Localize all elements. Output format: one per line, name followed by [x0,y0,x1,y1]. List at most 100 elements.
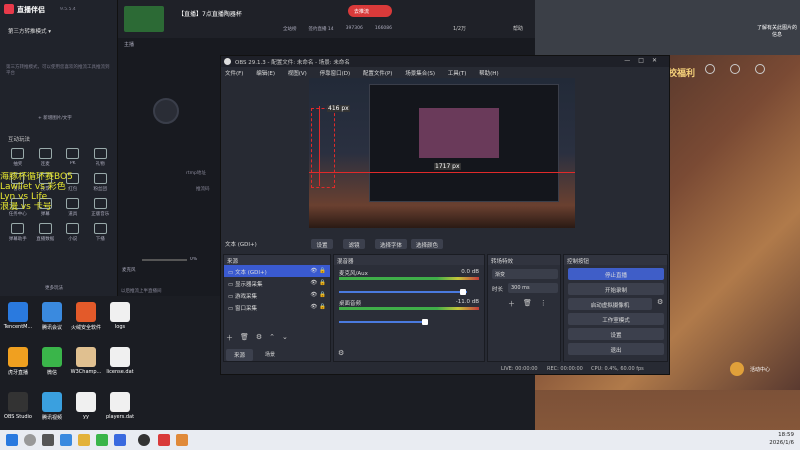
wechat-icon[interactable] [96,434,108,446]
clock-date[interactable]: 2026/1/6 [758,440,794,446]
source-item[interactable]: ▭ 游戏采集 👁 🔒 [224,289,330,301]
taskview-icon[interactable] [42,434,54,446]
desktop-icon[interactable] [76,347,96,367]
wallpaper-caption[interactable]: 了解有关此图片的信息 [755,24,799,38]
activity-center-label[interactable]: 活动中心 [750,366,770,373]
control-button[interactable]: 启动虚拟摄像机 [568,298,652,310]
duration-input[interactable]: 300 ms [508,283,558,293]
tool-item[interactable]: PK [59,148,87,167]
desktop-icon[interactable] [8,392,28,412]
tool-item[interactable]: 直播数据 [32,223,60,242]
window-controls[interactable]: —□✕ [624,57,665,64]
tool-item[interactable]: 小说 [59,223,87,242]
power-icon[interactable] [755,64,765,74]
visibility-icon[interactable]: 👁 🔒 [310,292,326,298]
clock-time[interactable]: 18:59 [758,432,794,438]
desktop-icon-label[interactable]: 腾讯会议 [34,324,70,331]
more-tools-link[interactable]: 更多玩法 [45,285,63,291]
menu-tools[interactable]: 工具(T) [448,71,467,77]
tool-item[interactable]: 下播 [87,223,115,242]
desktop-icon[interactable] [42,347,62,367]
desktop-icon-label[interactable]: W3Champ... [68,369,104,375]
gear-icon[interactable] [730,64,740,74]
desktop-icon[interactable] [42,302,62,322]
desktop-icon-label[interactable]: yy [68,414,104,420]
tab-sources[interactable]: 来源 [226,349,254,361]
visibility-icon[interactable]: 👁 🔒 [310,268,326,274]
desktop-icon-label[interactable]: logs [102,324,138,330]
menu-profile[interactable]: 配置文件(P) [363,71,393,77]
fader-handle[interactable] [422,319,428,325]
control-button[interactable]: 工作室模式 [568,313,664,325]
transition-menu-icon[interactable]: ⋮ [540,299,547,309]
add-source-icon[interactable]: ＋ [226,333,233,343]
menu-file[interactable]: 文件(F) [225,71,243,77]
selection-box[interactable] [311,108,335,188]
live-helper-task-icon[interactable] [158,434,170,446]
menu-docks[interactable]: 停靠窗口(D) [320,71,351,77]
select-color-button[interactable]: 选择颜色 [411,239,443,249]
add-transition-icon[interactable]: ＋ [508,299,515,309]
control-button[interactable]: 退出 [568,343,664,355]
desktop-icon[interactable] [110,302,130,322]
tool-item[interactable]: 连麦 [32,148,60,167]
desktop-icon[interactable] [76,392,96,412]
fader-handle[interactable] [460,289,466,295]
source-item[interactable]: ▭ 窗口采集 👁 🔒 [224,301,330,313]
mic-button[interactable] [153,98,179,124]
tool-item[interactable]: 抽奖 [4,148,32,167]
start-icon[interactable] [6,434,18,446]
source-item[interactable]: ▭ 显示器采集 👁 🔒 [224,277,330,289]
desktop-icon[interactable] [8,347,28,367]
desktop-icon-label[interactable]: OBS Studio [0,414,36,420]
control-button[interactable]: 设置 [568,328,664,340]
menu-scene-collection[interactable]: 场景集合(S) [405,71,435,77]
volume-fader[interactable] [339,291,467,293]
tab-scenes[interactable]: 场景 [261,349,279,361]
control-button[interactable]: 停止直播 [568,268,664,280]
transition-select[interactable]: 渐变 [492,269,558,279]
virtual-cam-settings-icon[interactable]: ⚙ [657,298,663,306]
search-icon[interactable] [24,434,36,446]
edge-icon[interactable] [60,434,72,446]
desktop-icon[interactable] [8,302,28,322]
source-filters-button[interactable]: 滤镜 [343,239,365,249]
desktop-icon-label[interactable]: 虎牙直播 [0,369,36,376]
status-pill-label[interactable]: 去推流 [354,8,369,15]
remove-transition-icon[interactable]: 🗑 [523,299,532,309]
desktop-icon-label[interactable]: 微信 [34,369,70,376]
volume-fader[interactable] [339,321,427,323]
add-scene-button[interactable]: + 新增图片/文字 [38,115,72,121]
desktop-icon-label[interactable]: 火绒安全软件 [68,324,104,331]
tool-item[interactable]: 弹幕助手 [4,223,32,242]
menu-edit[interactable]: 编辑(E) [256,71,275,77]
visibility-icon[interactable]: 👁 🔒 [310,280,326,286]
activity-icon[interactable] [730,362,744,376]
app-icon[interactable] [114,434,126,446]
help-label[interactable]: 帮助 [513,25,523,32]
control-button[interactable]: 开始录制 [568,283,664,295]
desktop-icon-label[interactable]: players.dat [102,414,138,420]
footer-checkbox[interactable]: 以后推流上半直播间 [121,288,162,294]
desktop-icon-label[interactable]: TencentM... [0,324,36,330]
volume-slider[interactable] [142,259,187,261]
app-icon[interactable] [176,434,188,446]
mode-select[interactable]: 第三方转推模式 ▾ [8,27,51,35]
source-settings-button[interactable]: 设置 [311,239,333,249]
source-item[interactable]: ▭ 文本 (GDI+) 👁 🔒 [224,265,330,277]
source-properties-icon[interactable]: ⚙ [256,333,262,343]
menu-help[interactable]: 帮助(H) [479,71,498,77]
obs-task-icon[interactable] [138,434,150,446]
desktop-icon[interactable] [110,347,130,367]
menu-view[interactable]: 视图(V) [288,71,307,77]
move-down-icon[interactable]: ⌄ [282,333,288,343]
desktop-icon[interactable] [110,392,130,412]
desktop-icon[interactable] [42,392,62,412]
remove-source-icon[interactable]: 🗑 [240,333,249,343]
desktop-icon-label[interactable]: 腾讯视频 [34,414,70,421]
desktop-icon-label[interactable]: license.dat [102,369,138,375]
explorer-icon[interactable] [78,434,90,446]
obs-preview[interactable]: 416 px 1717 px [309,78,575,228]
tool-item[interactable]: 礼物 [87,148,115,167]
desktop-icon[interactable] [76,302,96,322]
